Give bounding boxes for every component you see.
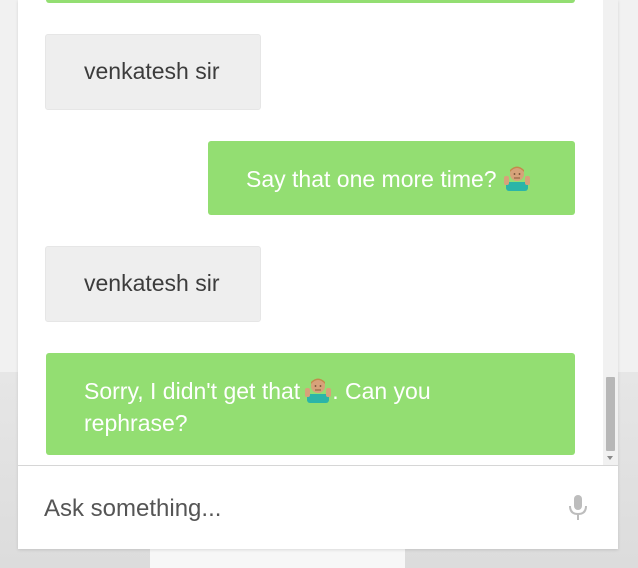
scroll-down-arrow-icon[interactable] bbox=[607, 456, 613, 460]
message-text-continued: . Can you bbox=[332, 378, 431, 404]
message-list[interactable]: venkatesh sir Say that one more time? ve… bbox=[18, 0, 603, 465]
man-shrugging-emoji bbox=[503, 163, 531, 197]
input-bar bbox=[18, 465, 618, 549]
message-text: Sorry, I didn't get that bbox=[84, 378, 301, 404]
message-user-previous bbox=[46, 0, 575, 3]
chat-panel: venkatesh sir Say that one more time? ve… bbox=[18, 0, 618, 549]
message-text-line2: rephrase? bbox=[84, 410, 188, 436]
message-text: venkatesh sir bbox=[84, 270, 220, 296]
man-shrugging-emoji bbox=[304, 375, 332, 409]
scrollbar-thumb[interactable] bbox=[606, 377, 615, 451]
ask-input[interactable] bbox=[42, 488, 546, 530]
message-text: Say that one more time? bbox=[246, 166, 497, 192]
message-user: Say that one more time? bbox=[208, 141, 575, 215]
scrollbar[interactable] bbox=[603, 0, 618, 465]
message-bot: venkatesh sir bbox=[45, 34, 261, 110]
message-bot: venkatesh sir bbox=[45, 246, 261, 322]
message-user: Sorry, I didn't get that . Can you rephr… bbox=[46, 353, 575, 455]
message-text: venkatesh sir bbox=[84, 58, 220, 84]
microphone-icon[interactable] bbox=[567, 494, 589, 522]
